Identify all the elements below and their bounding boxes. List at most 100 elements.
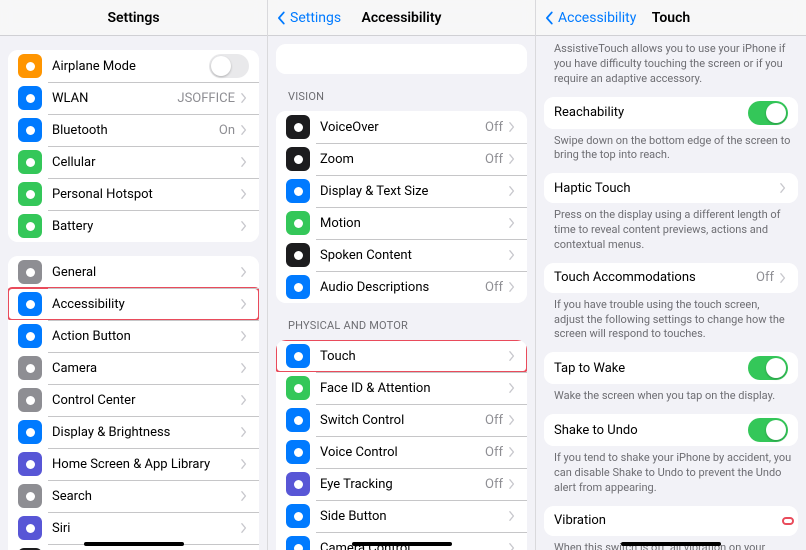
row-zoom[interactable]: ZoomOff	[276, 143, 527, 175]
row-control-center[interactable]: Control Center	[8, 384, 259, 416]
row-tap-wake[interactable]: Tap to Wake	[544, 352, 798, 384]
shake-undo-toggle[interactable]	[748, 418, 788, 442]
section-header-motor: PHYSICAL AND MOTOR	[288, 319, 527, 332]
touch-scroll[interactable]: AssistiveTouch allows you to use your iP…	[536, 36, 806, 550]
row-label: General	[52, 265, 239, 280]
row-general[interactable]: General	[8, 256, 259, 288]
row-label: Action Button	[52, 329, 239, 344]
back-button[interactable]: Accessibility	[542, 10, 636, 26]
chevron-right-icon	[239, 331, 249, 341]
row-label: Control Center	[52, 393, 239, 408]
chevron-left-icon	[274, 11, 288, 25]
row-vibration[interactable]: Vibration	[544, 506, 798, 536]
audio-desc-icon	[286, 275, 310, 299]
row-audio-desc[interactable]: Audio DescriptionsOff	[276, 271, 527, 303]
chevron-right-icon	[507, 186, 517, 196]
row-haptic-touch[interactable]: Haptic Touch	[544, 173, 798, 203]
row-search[interactable]: Search	[8, 480, 259, 512]
row-eye-tracking[interactable]: Eye TrackingOff	[276, 468, 527, 500]
chevron-right-icon	[239, 395, 249, 405]
airplane-toggle[interactable]	[209, 54, 249, 78]
chevron-right-icon	[507, 479, 517, 489]
row-touch[interactable]: Touch	[276, 340, 527, 372]
row-side-button[interactable]: Side Button	[276, 500, 527, 532]
row-voiceover[interactable]: VoiceOverOff	[276, 111, 527, 143]
home-indicator[interactable]	[621, 542, 721, 546]
home-screen-icon	[18, 452, 42, 476]
row-label: VoiceOver	[320, 120, 485, 135]
home-indicator[interactable]	[84, 542, 184, 546]
row-bluetooth[interactable]: BluetoothOn	[8, 114, 259, 146]
chevron-right-icon	[507, 415, 517, 425]
row-siri[interactable]: Siri	[8, 512, 259, 544]
row-reachability[interactable]: Reachability	[544, 97, 798, 129]
page-title: Accessibility	[362, 10, 442, 26]
row-label: Battery	[52, 219, 239, 234]
bluetooth-icon	[18, 118, 42, 142]
assistivetouch-description: AssistiveTouch allows you to use your iP…	[554, 42, 792, 87]
row-camera-control[interactable]: Camera Control	[276, 532, 527, 550]
row-value: Off	[756, 270, 774, 285]
row-hotspot[interactable]: Personal Hotspot	[8, 178, 259, 210]
chevron-right-icon	[239, 523, 249, 533]
row-label: Home Screen & App Library	[52, 457, 239, 472]
chevron-right-icon	[239, 125, 249, 135]
wlan-icon	[18, 86, 42, 110]
row-value: JSOFFICE	[177, 91, 235, 106]
chevron-right-icon	[507, 383, 517, 393]
row-camera[interactable]: Camera	[8, 352, 259, 384]
row-cellular[interactable]: Cellular	[8, 146, 259, 178]
row-display[interactable]: Display & Brightness	[8, 416, 259, 448]
row-label: WLAN	[52, 91, 177, 106]
row-action-button[interactable]: Action Button	[8, 320, 259, 352]
row-value: Off	[485, 445, 503, 460]
display-icon	[18, 420, 42, 444]
row-airplane[interactable]: Airplane Mode	[8, 50, 259, 82]
chevron-right-icon	[239, 157, 249, 167]
tap-wake-toggle[interactable]	[748, 356, 788, 380]
row-voice-control[interactable]: Voice ControlOff	[276, 436, 527, 468]
back-button[interactable]: Settings	[274, 10, 341, 26]
row-touch-accom[interactable]: Touch AccommodationsOff	[544, 263, 798, 293]
row-display-text[interactable]: Display & Text Size	[276, 175, 527, 207]
row-motion[interactable]: Motion	[276, 207, 527, 239]
row-value: Off	[485, 477, 503, 492]
control-center-icon	[18, 388, 42, 412]
cellular-icon	[18, 150, 42, 174]
row-wlan[interactable]: WLANJSOFFICE	[8, 82, 259, 114]
row-accessibility[interactable]: Accessibility	[8, 288, 259, 320]
section-footer: If you have trouble using the touch scre…	[554, 298, 792, 343]
section-footer: Swipe down on the bottom edge of the scr…	[554, 134, 792, 164]
row-label: Motion	[320, 216, 507, 231]
row-label: Switch Control	[320, 413, 485, 428]
row-faceid[interactable]: Face ID & Attention	[276, 372, 527, 404]
row-label: Touch	[320, 349, 507, 364]
section-footer: Press on the display using a different l…	[554, 208, 792, 253]
chevron-right-icon	[239, 299, 249, 309]
chevron-right-icon	[239, 427, 249, 437]
accessibility-scroll[interactable]: VISION VoiceOverOffZoomOffDisplay & Text…	[268, 36, 535, 550]
row-spoken[interactable]: Spoken Content	[276, 239, 527, 271]
home-indicator[interactable]	[352, 542, 452, 546]
row-home-screen[interactable]: Home Screen & App Library	[8, 448, 259, 480]
search-icon	[18, 484, 42, 508]
row-label: Cellular	[52, 155, 239, 170]
reachability-toggle[interactable]	[748, 101, 788, 125]
camera-control-icon	[286, 536, 310, 550]
row-battery[interactable]: Battery	[8, 210, 259, 242]
chevron-right-icon	[507, 543, 517, 550]
voiceover-icon	[286, 115, 310, 139]
row-label: Display & Brightness	[52, 425, 239, 440]
row-label: Zoom	[320, 152, 485, 167]
touch-icon	[286, 344, 310, 368]
section-footer: Wake the screen when you tap on the disp…	[554, 389, 792, 404]
row-switch-control[interactable]: Switch ControlOff	[276, 404, 527, 436]
zoom-icon	[286, 147, 310, 171]
row-label: Tap to Wake	[554, 361, 748, 376]
chevron-right-icon	[239, 491, 249, 501]
row-label: Haptic Touch	[554, 181, 778, 196]
siri-icon	[18, 516, 42, 540]
settings-scroll[interactable]: Airplane ModeWLANJSOFFICEBluetoothOnCell…	[0, 36, 267, 550]
row-shake-undo[interactable]: Shake to Undo	[544, 414, 798, 446]
motion-icon	[286, 211, 310, 235]
